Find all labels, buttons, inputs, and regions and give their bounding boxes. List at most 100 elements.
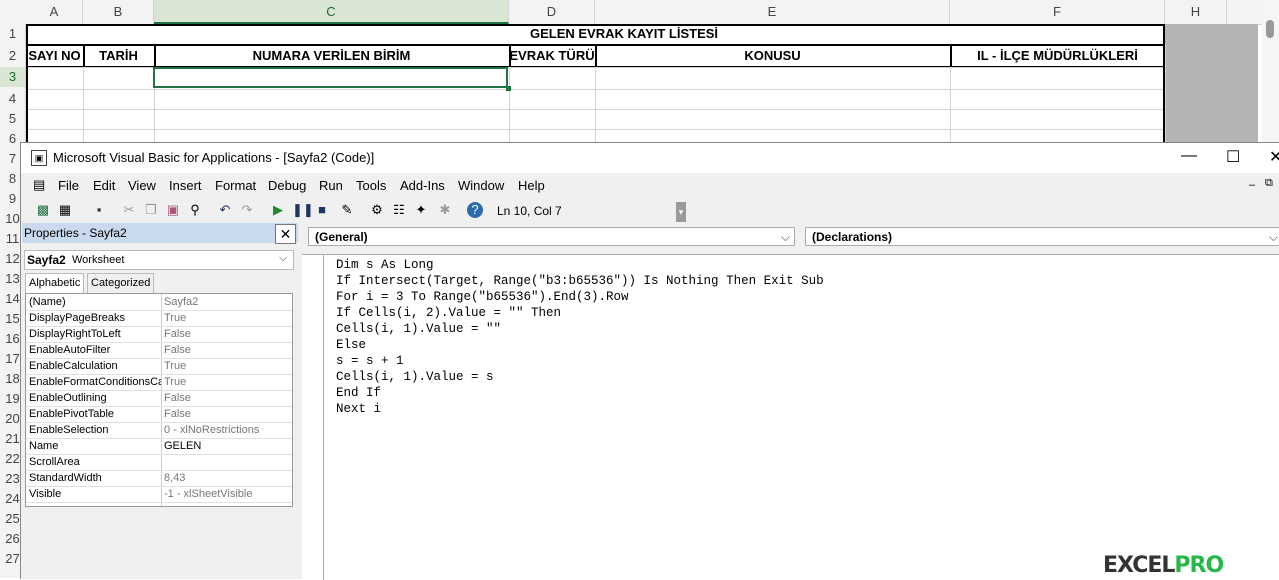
property-row[interactable]: (Name) Sayfa2 xyxy=(26,294,292,311)
code-margin-indicator-bar[interactable] xyxy=(304,255,324,580)
property-row[interactable]: EnableOutlining False xyxy=(26,390,292,407)
property-value[interactable]: 0 - xlNoRestrictions xyxy=(164,422,289,438)
menu-help[interactable]: Help xyxy=(518,178,545,193)
property-value[interactable]: False xyxy=(164,326,289,342)
column-header-f[interactable]: F xyxy=(950,0,1165,24)
toolbar-overflow-icon[interactable]: ▾ xyxy=(676,202,686,222)
code-text[interactable]: Dim s As Long If Intersect(Target, Range… xyxy=(336,257,824,417)
header-il-ilce: IL - İLÇE MÜDÜRLÜKLERİ xyxy=(977,48,1138,63)
column-header-e[interactable]: E xyxy=(595,0,950,24)
table-border xyxy=(26,24,28,46)
property-value[interactable]: False xyxy=(164,342,289,358)
property-value[interactable]: True xyxy=(164,374,289,390)
break-icon[interactable]: ❚❚ xyxy=(292,202,314,218)
maximize-icon[interactable]: ☐ xyxy=(1226,147,1240,167)
excel-view-icon[interactable]: ▩ xyxy=(35,202,51,218)
menu-tools[interactable]: Tools xyxy=(356,178,386,193)
menu-edit[interactable]: Edit xyxy=(93,178,115,193)
menu-run[interactable]: Run xyxy=(319,178,343,193)
property-row[interactable]: Name GELEN xyxy=(26,438,292,455)
copy-icon[interactable]: ❐ xyxy=(143,202,159,218)
row-header-2[interactable]: 2 xyxy=(0,46,25,66)
property-row[interactable]: DisplayRightToLeft False xyxy=(26,326,292,343)
property-row[interactable]: Visible -1 - xlSheetVisible xyxy=(26,486,292,503)
chevron-down-icon[interactable]: ⌵ xyxy=(1269,228,1278,247)
toolbox-icon[interactable]: ✱ xyxy=(437,202,453,218)
property-name: EnableSelection xyxy=(29,424,109,436)
properties-close-icon[interactable]: ✕ xyxy=(275,224,296,244)
close-icon[interactable]: ✕ xyxy=(1269,147,1279,167)
paste-icon[interactable]: ▣ xyxy=(165,202,181,218)
row-header-1[interactable]: 1 xyxy=(0,24,25,44)
column-header-b[interactable]: B xyxy=(83,0,154,24)
insert-module-icon[interactable]: ▦ xyxy=(57,202,73,218)
menu-insert[interactable]: Insert xyxy=(169,178,202,193)
property-row[interactable]: StandardWidth 8,43 xyxy=(26,470,292,487)
row-header-3[interactable]: 3 xyxy=(0,67,25,87)
property-row[interactable]: EnableSelection 0 - xlNoRestrictions xyxy=(26,422,292,439)
design-mode-icon[interactable]: ✎ xyxy=(339,202,355,218)
object-selector-dropdown[interactable]: Sayfa2 Worksheet ⌵ xyxy=(24,250,294,270)
code-minimize-icon[interactable]: – xyxy=(1249,179,1255,191)
property-value[interactable]: True xyxy=(164,358,289,374)
property-row[interactable]: EnablePivotTable False xyxy=(26,406,292,423)
column-header-a[interactable]: A xyxy=(26,0,83,24)
column-header-h[interactable]: H xyxy=(1165,0,1227,24)
header-konusu: KONUSU xyxy=(744,48,801,63)
vba-menubar: ▤ File Edit View Insert Format Debug Run… xyxy=(21,173,1279,197)
property-row[interactable]: DisplayPageBreaks True xyxy=(26,310,292,327)
property-row[interactable]: ScrollArea xyxy=(26,454,292,471)
property-value[interactable]: True xyxy=(164,310,289,326)
menu-file[interactable]: File xyxy=(58,178,79,193)
property-value[interactable]: -1 - xlSheetVisible xyxy=(164,486,289,502)
chevron-down-icon[interactable]: ⌵ xyxy=(781,228,790,247)
redo-icon[interactable]: ↷ xyxy=(239,202,255,218)
object-browser-icon[interactable]: ✦ xyxy=(413,202,429,218)
property-value[interactable]: GELEN xyxy=(164,438,289,454)
property-name: EnableAutoFilter xyxy=(29,344,111,356)
scrollbar-thumb[interactable] xyxy=(1266,20,1274,38)
gray-column-fill xyxy=(1165,24,1258,142)
code-restore-icon[interactable]: ⧉ xyxy=(1265,177,1273,190)
menu-format[interactable]: Format xyxy=(215,178,256,193)
row-header-4[interactable]: 4 xyxy=(0,89,25,109)
code-editor[interactable]: Dim s As Long If Intersect(Target, Range… xyxy=(302,254,1279,580)
save-icon[interactable]: ▪ xyxy=(91,202,107,218)
help-icon[interactable]: ? xyxy=(467,202,483,218)
run-icon[interactable]: ▶ xyxy=(270,202,286,218)
vba-system-menu-icon[interactable]: ▤ xyxy=(33,177,45,193)
column-header-c[interactable]: C xyxy=(154,0,509,24)
reset-icon[interactable]: ■ xyxy=(314,202,330,218)
row-header-5[interactable]: 5 xyxy=(0,109,25,129)
menu-view[interactable]: View xyxy=(128,178,156,193)
property-name: EnableCalculation xyxy=(29,360,118,372)
fill-handle[interactable] xyxy=(506,86,511,91)
undo-icon[interactable]: ↶ xyxy=(217,202,233,218)
property-row[interactable]: EnableFormatConditionsCal True xyxy=(26,374,292,391)
menu-window[interactable]: Window xyxy=(458,178,504,193)
property-value[interactable]: False xyxy=(164,390,289,406)
property-value[interactable]: Sayfa2 xyxy=(164,294,289,310)
menu-add-ins[interactable]: Add-Ins xyxy=(400,178,445,193)
selected-cell-c3[interactable] xyxy=(153,67,508,88)
property-value[interactable]: 8,43 xyxy=(164,470,289,486)
header-evrak-turu: EVRAK TÜRÜ xyxy=(509,48,595,63)
object-selector-type: Worksheet xyxy=(72,254,125,266)
tab-categorized[interactable]: Categorized xyxy=(87,273,155,294)
property-row[interactable]: EnableAutoFilter False xyxy=(26,342,292,359)
tab-alphabetic[interactable]: Alphabetic xyxy=(25,273,85,294)
find-icon[interactable]: ⚲ xyxy=(187,202,203,218)
properties-pane: Properties - Sayfa2 ✕ Sayfa2 Worksheet ⌵… xyxy=(21,223,298,579)
menu-debug[interactable]: Debug xyxy=(268,178,306,193)
object-combo[interactable]: (General) ⌵ xyxy=(308,227,795,246)
property-row[interactable]: EnableCalculation True xyxy=(26,358,292,375)
gridline-vertical xyxy=(1165,44,1166,142)
minimize-icon[interactable]: — xyxy=(1181,147,1197,165)
project-explorer-icon[interactable]: ⚙ xyxy=(369,202,385,218)
procedure-combo[interactable]: (Declarations) ⌵ xyxy=(805,227,1279,246)
column-header-d[interactable]: D xyxy=(509,0,595,24)
properties-window-icon[interactable]: ☷ xyxy=(391,202,407,218)
property-value[interactable]: False xyxy=(164,406,289,422)
chevron-down-icon[interactable]: ⌵ xyxy=(279,252,287,265)
cut-icon[interactable]: ✂ xyxy=(121,202,137,218)
